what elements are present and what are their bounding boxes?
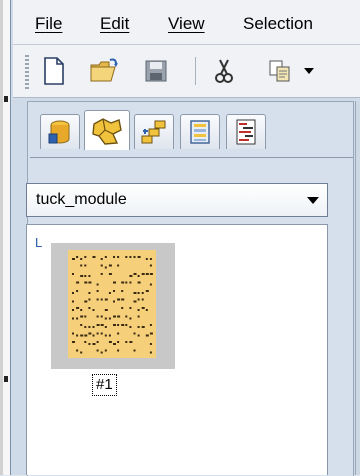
thumbnail-label[interactable]: #1 <box>92 374 117 396</box>
toolbar-grip[interactable] <box>25 55 29 89</box>
menu-file[interactable]: File <box>35 14 62 34</box>
tab-baseline <box>30 157 353 158</box>
toolbar <box>13 45 360 98</box>
paste-dropdown-button[interactable] <box>301 55 317 87</box>
cut-button[interactable] <box>209 55 239 87</box>
database-icon <box>48 120 70 144</box>
hierarchy-icon <box>141 120 166 144</box>
edge-mark <box>4 376 8 382</box>
left-window-edge <box>0 0 10 475</box>
copy-button[interactable] <box>265 55 295 87</box>
tab-signals[interactable] <box>226 114 266 149</box>
menu-selection[interactable]: Selection <box>243 14 313 34</box>
toolbar-separator <box>195 57 196 85</box>
module-select[interactable]: tuck_module <box>26 183 328 217</box>
edge-mark <box>4 96 8 102</box>
item-corner-marker: L <box>35 235 43 250</box>
copy-icon <box>269 60 290 82</box>
tab-hierarchy[interactable] <box>134 114 174 149</box>
module-select-value: tuck_module <box>36 191 127 208</box>
tab-modules[interactable] <box>84 110 130 150</box>
tab-database[interactable] <box>40 114 80 149</box>
open-button[interactable] <box>89 55 119 87</box>
module-group-icon <box>92 117 122 145</box>
save-icon <box>145 60 167 82</box>
save-button[interactable] <box>141 55 171 87</box>
tab-list[interactable] <box>180 114 220 149</box>
menu-edit[interactable]: Edit <box>100 14 129 34</box>
dropdown-arrow-icon <box>304 68 314 74</box>
new-document-button[interactable] <box>39 55 69 87</box>
list-icon <box>190 120 210 144</box>
panel-tabs <box>30 110 353 158</box>
chevron-down-icon[interactable] <box>307 197 319 204</box>
right-pane-edge <box>355 101 360 475</box>
module-thumbnail[interactable] <box>68 250 156 358</box>
cut-icon <box>215 59 233 83</box>
new-document-icon <box>44 57 64 85</box>
thumbnail-list: L #1 <box>26 224 328 475</box>
signal-bars-icon <box>236 119 256 145</box>
menubar: File Edit View Selection <box>13 0 360 45</box>
open-folder-icon <box>90 58 118 82</box>
menu-view[interactable]: View <box>168 14 205 34</box>
edge-shadow <box>0 0 3 475</box>
